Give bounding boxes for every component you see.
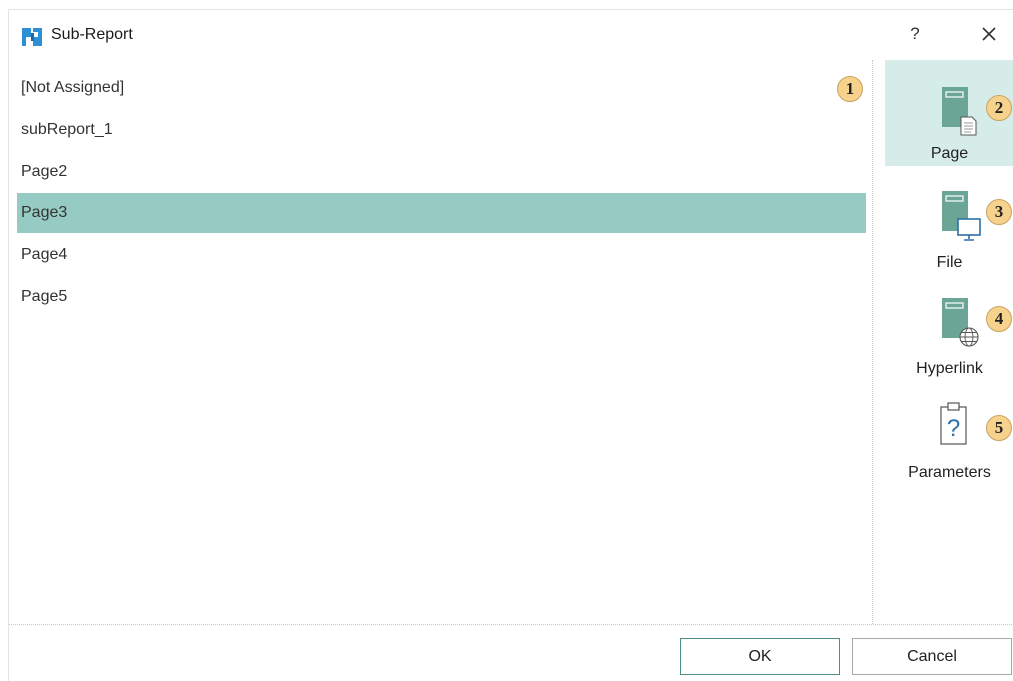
- callout-badge-3: 3: [986, 199, 1012, 225]
- page-button[interactable]: 2 Page: [885, 60, 1013, 166]
- parameters-button-label: Parameters: [908, 464, 991, 481]
- hyperlink-globe-icon: [942, 298, 979, 347]
- list-item[interactable]: [Not Assigned]: [17, 68, 866, 108]
- footer-divider: [9, 624, 1013, 625]
- list-item[interactable]: subReport_1: [17, 110, 866, 150]
- list-item[interactable]: Page5: [17, 277, 866, 317]
- page-button-label: Page: [930, 145, 969, 162]
- page-list[interactable]: [Not Assigned] subReport_1 Page2 Page3 P…: [9, 65, 874, 623]
- callout-badge-4: 4: [986, 306, 1012, 332]
- close-icon[interactable]: [977, 22, 1001, 46]
- dialog-title: Sub-Report: [51, 26, 133, 43]
- sub-report-dialog: Sub-Report ? [Not Assigned] subReport_1 …: [8, 9, 1013, 681]
- svg-text:?: ?: [947, 415, 960, 442]
- file-button[interactable]: 3 File: [885, 184, 1013, 290]
- page-icon: [942, 87, 977, 136]
- title-bar: Sub-Report ?: [9, 10, 1013, 56]
- parameters-clipboard-icon: ?: [940, 402, 967, 445]
- help-button[interactable]: ?: [905, 24, 925, 46]
- callout-badge-2: 2: [986, 95, 1012, 121]
- list-item[interactable]: Page2: [17, 152, 866, 192]
- file-monitor-icon: [942, 191, 981, 241]
- hyperlink-button[interactable]: 4 Hyperlink: [885, 290, 1013, 396]
- app-logo-icon: [20, 25, 44, 49]
- sidebar: 2 Page 3 File 4 Hyperlink ? 5 Parameters: [885, 60, 1013, 624]
- ok-button[interactable]: OK: [680, 638, 840, 675]
- callout-badge-5: 5: [986, 415, 1012, 441]
- parameters-button[interactable]: ? 5 Parameters: [885, 396, 1013, 502]
- file-button-label: File: [936, 254, 963, 271]
- hyperlink-button-label: Hyperlink: [916, 360, 983, 377]
- vertical-divider: [872, 60, 873, 624]
- cancel-button[interactable]: Cancel: [852, 638, 1012, 675]
- list-item-selected[interactable]: Page3: [17, 193, 866, 233]
- callout-badge-1: 1: [837, 76, 863, 102]
- list-item[interactable]: Page4: [17, 235, 866, 275]
